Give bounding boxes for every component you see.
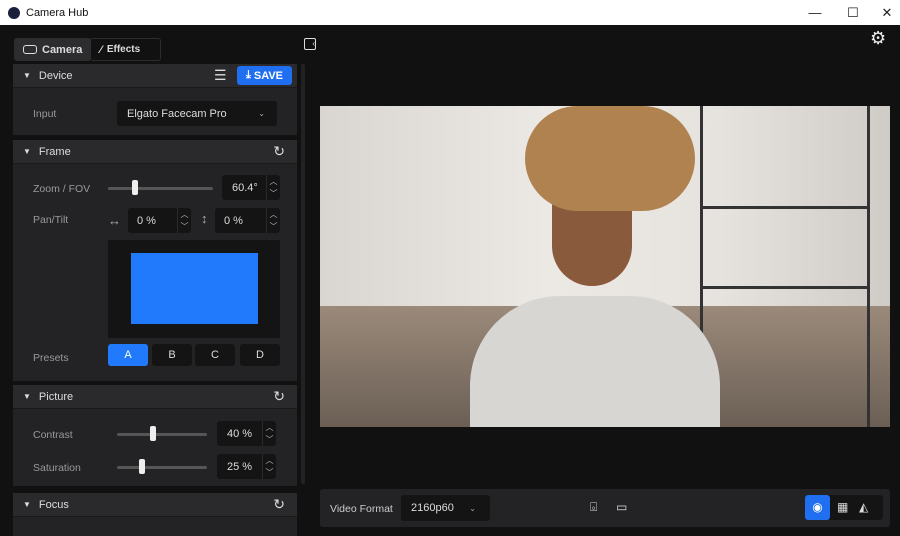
- magic-wand-icon: ⁄: [100, 43, 102, 56]
- grid-icon[interactable]: ▦: [837, 500, 848, 514]
- input-select[interactable]: Elgato Facecam Pro ⌄: [117, 101, 277, 126]
- preset-label: C: [211, 349, 219, 361]
- video-format-value: 2160p60: [411, 502, 454, 514]
- collapse-sidebar-icon[interactable]: ‹: [304, 38, 316, 50]
- contrast-slider[interactable]: [117, 433, 207, 436]
- tab-camera[interactable]: Camera: [14, 38, 92, 61]
- pan-field[interactable]: 0 % ︿ ﹀: [128, 208, 191, 233]
- preset-d-button[interactable]: D: [240, 344, 280, 366]
- person-body: [470, 296, 720, 427]
- pan-stepper[interactable]: ︿ ﹀: [177, 208, 191, 233]
- settings-gear-icon[interactable]: ⚙: [870, 28, 886, 49]
- input-label: Input: [33, 108, 57, 120]
- preset-a-button[interactable]: A: [108, 344, 148, 366]
- shelf: [700, 106, 870, 427]
- saturation-stepper[interactable]: ︿ ﹀: [262, 454, 276, 479]
- pan-value: 0 %: [137, 214, 156, 227]
- frame-section-header[interactable]: ▼ Frame ↻: [13, 140, 297, 163]
- tab-effects[interactable]: ⁄ Effects: [90, 38, 161, 61]
- bottom-toolbar: Video Format 2160p60 ⌄ ⌻ ▭ ◉ ▦ ◭: [320, 489, 890, 527]
- focus-title: Focus: [38, 498, 69, 511]
- tab-camera-label: Camera: [42, 43, 83, 56]
- camera-preview: [320, 106, 890, 427]
- preset-c-button[interactable]: C: [195, 344, 235, 366]
- collapse-triangle-icon: ▼: [23, 500, 31, 509]
- saturation-value: 25 %: [227, 460, 253, 473]
- contrast-field[interactable]: 40 % ︿ ﹀: [217, 421, 276, 446]
- save-label: SAVE: [253, 69, 283, 82]
- saturation-field[interactable]: 25 % ︿ ﹀: [217, 454, 276, 479]
- chevron-down-icon: ⌄: [469, 503, 476, 513]
- vertical-arrows-icon: ↕: [201, 211, 208, 226]
- zoom-slider-thumb[interactable]: [132, 180, 138, 195]
- collapse-triangle-icon: ▼: [23, 71, 31, 80]
- input-select-value: Elgato Facecam Pro: [127, 107, 227, 120]
- zoom-slider[interactable]: [108, 187, 213, 190]
- collapse-triangle-icon: ▼: [23, 147, 31, 156]
- download-icon: ⤓: [245, 69, 251, 81]
- contrast-value: 40 %: [227, 427, 253, 440]
- pantilt-label: Pan/Tilt: [33, 214, 69, 226]
- saturation-label: Saturation: [33, 462, 81, 474]
- framing-region[interactable]: [131, 253, 258, 324]
- view-toggle-group: ◉ ▦ ◭: [805, 495, 883, 520]
- contrast-stepper[interactable]: ︿ ﹀: [262, 421, 276, 446]
- preset-label: A: [124, 349, 132, 361]
- maximize-button[interactable]: ☐: [838, 0, 868, 25]
- title-bar: Camera Hub — ☐ ✕: [0, 0, 900, 25]
- device-section-body: Input Elgato Facecam Pro ⌄: [13, 87, 297, 135]
- preset-label: B: [168, 349, 176, 361]
- camera-icon: [23, 45, 37, 54]
- video-format-select[interactable]: 2160p60 ⌄: [401, 495, 490, 521]
- save-button[interactable]: ⤓ SAVE: [237, 66, 292, 85]
- horizontal-arrows-icon: ↔: [108, 213, 121, 228]
- screenshot-icon[interactable]: ⌻: [590, 500, 597, 515]
- contrast-label: Contrast: [33, 429, 73, 441]
- presets-label: Presets: [33, 352, 69, 364]
- frame-title: Frame: [38, 145, 71, 158]
- reset-icon[interactable]: ↻: [273, 496, 285, 513]
- collapse-triangle-icon: ▼: [23, 392, 31, 401]
- chevron-down-icon: ⌄: [258, 109, 265, 118]
- contrast-slider-thumb[interactable]: [150, 426, 156, 441]
- app-logo-icon: [8, 6, 20, 19]
- preset-b-button[interactable]: B: [152, 344, 192, 366]
- mirror-icon[interactable]: ◭: [859, 500, 868, 514]
- saturation-slider-thumb[interactable]: [139, 459, 145, 474]
- sidebar-scrollbar[interactable]: [301, 64, 305, 484]
- adjust-sliders-icon[interactable]: ☰: [214, 67, 227, 84]
- zoom-field[interactable]: 60.4° ︿ ﹀: [222, 175, 280, 200]
- tilt-field[interactable]: 0 % ︿ ﹀: [215, 208, 280, 233]
- preview-eye-icon[interactable]: ◉: [805, 495, 830, 520]
- device-section-header[interactable]: ▼ Device ☰ ⤓ SAVE: [13, 64, 297, 87]
- tilt-value: 0 %: [224, 214, 243, 227]
- person-hair: [525, 106, 695, 211]
- minimize-button[interactable]: —: [800, 0, 830, 25]
- focus-section-body: [13, 516, 297, 536]
- tilt-stepper[interactable]: ︿ ﹀: [266, 208, 280, 233]
- picture-title: Picture: [38, 390, 74, 403]
- folder-icon[interactable]: ▭: [616, 500, 627, 514]
- focus-section-header[interactable]: ▼ Focus ↻: [13, 493, 297, 516]
- app-title: Camera Hub: [26, 6, 89, 19]
- zoom-value: 60.4°: [232, 181, 258, 194]
- zoom-stepper[interactable]: ︿ ﹀: [266, 175, 280, 200]
- video-format-label: Video Format: [330, 503, 393, 515]
- tab-effects-label: Effects: [106, 44, 141, 55]
- reset-icon[interactable]: ↻: [273, 143, 285, 160]
- close-button[interactable]: ✕: [872, 0, 900, 25]
- zoom-label: Zoom / FOV: [33, 183, 91, 195]
- preset-label: D: [256, 349, 264, 361]
- picture-section-body: Contrast 40 % ︿ ﹀ Saturation 25 % ︿ ﹀: [13, 408, 297, 486]
- picture-section-header[interactable]: ▼ Picture ↻: [13, 385, 297, 408]
- device-title: Device: [38, 69, 73, 82]
- reset-icon[interactable]: ↻: [273, 388, 285, 405]
- framing-preview[interactable]: [108, 240, 280, 338]
- saturation-slider[interactable]: [117, 466, 207, 469]
